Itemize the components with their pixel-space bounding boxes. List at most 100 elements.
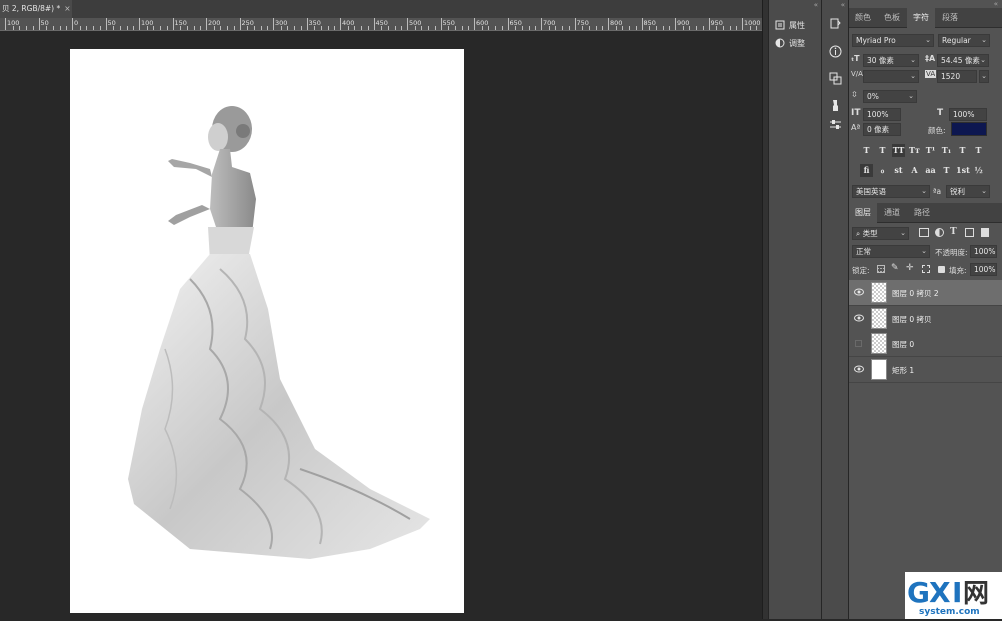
visibility-toggle-empty[interactable] [855, 340, 862, 347]
font-style-button-2[interactable]: TT [892, 144, 905, 157]
fill-field[interactable]: 100% [970, 263, 997, 276]
font-style-select[interactable]: Regular ⌄ [938, 34, 990, 47]
vertical-scale-field[interactable]: 100% [863, 108, 901, 121]
opentype-button-7[interactable]: ½ [972, 164, 985, 177]
tool-presets-icon[interactable] [829, 118, 842, 131]
layer-row[interactable]: 图层 0 拷贝 [849, 305, 1002, 332]
tab-paths[interactable]: 路径 [907, 203, 937, 223]
document-canvas[interactable] [70, 49, 464, 613]
adjustments-panel-button[interactable]: 调整 [775, 35, 819, 51]
ruler-label: 50 [40, 19, 49, 27]
language-select[interactable]: 美国英语 ⌄ [852, 185, 930, 198]
chevron-down-icon: ⌄ [921, 187, 927, 195]
language-value: 美国英语 [856, 187, 886, 196]
adjustment-filter-icon[interactable] [935, 228, 944, 237]
text-color-swatch[interactable] [951, 122, 987, 136]
smart-object-filter-icon[interactable] [981, 228, 989, 237]
opentype-button-3[interactable]: A [908, 164, 921, 177]
ruler-minor-tick [52, 26, 54, 30]
ruler-minor-tick [200, 26, 202, 30]
font-style-button-5[interactable]: T₁ [940, 144, 953, 157]
layer-row[interactable]: 矩形 1 [849, 356, 1002, 383]
lock-image-pixels-icon[interactable]: ✎ [891, 263, 899, 273]
tab-paragraph[interactable]: 段落 [935, 8, 965, 28]
tab-layers[interactable]: 图层 [849, 203, 877, 223]
opentype-button-6[interactable]: 1st [956, 164, 970, 177]
layers-panel-tabs: 图层 通道 路径 [849, 203, 1002, 223]
baseline-shift-field[interactable]: 0 像素 [863, 123, 901, 136]
opentype-button-2[interactable]: st [892, 164, 905, 177]
collapse-icon-column-icon[interactable]: « [841, 1, 845, 9]
leading-field[interactable]: 54.45 像素 ⌄ [937, 54, 989, 67]
ruler-minor-tick [99, 26, 101, 30]
font-size-field[interactable]: 30 像素 ⌄ [863, 54, 919, 67]
properties-panel-button[interactable]: 属性 [775, 17, 819, 33]
kerning-icon: V/A [851, 70, 863, 78]
pixel-filter-icon[interactable] [919, 228, 929, 237]
collapse-dock-icon[interactable]: « [814, 1, 818, 9]
antialias-select[interactable]: 锐利 ⌄ [946, 185, 990, 198]
ruler-minor-tick [421, 26, 423, 30]
type-filter-icon[interactable]: T [950, 227, 957, 237]
ruler-minor-tick [749, 26, 751, 30]
lock-position-icon[interactable]: ✛ [906, 263, 914, 273]
font-style-button-3[interactable]: Tт [908, 144, 921, 157]
ruler-minor-tick [381, 26, 383, 30]
horizontal-ruler[interactable]: 100 50 0 50 100 150 200 250 300 350 400 450 500 550 60… [0, 18, 762, 31]
eye-icon[interactable] [854, 314, 864, 322]
tab-color[interactable]: 颜色 [849, 8, 877, 28]
ruler-tick [340, 18, 341, 30]
svg-text:system.com: system.com [919, 607, 980, 617]
chevron-down-icon: ⌄ [981, 36, 987, 44]
lock-transparent-pixels-icon[interactable] [877, 265, 885, 273]
antialias-value: 锐利 [950, 187, 965, 196]
chevron-down-icon: ⌄ [925, 36, 931, 44]
ruler-minor-tick [434, 26, 436, 30]
ruler-minor-tick [481, 26, 483, 30]
font-style-button-7[interactable]: T [972, 144, 985, 157]
eye-icon[interactable] [854, 365, 864, 373]
opentype-button-1[interactable]: ℴ [876, 164, 889, 177]
ruler-minor-tick [347, 26, 349, 30]
font-style-button-0[interactable]: T [860, 144, 873, 157]
tab-swatches[interactable]: 色板 [877, 8, 907, 28]
ruler-minor-tick [247, 26, 249, 30]
tab-channels[interactable]: 通道 [877, 203, 907, 223]
ruler-minor-tick [696, 26, 698, 30]
close-tab-icon[interactable]: × [64, 4, 70, 13]
ruler-minor-tick [86, 26, 88, 30]
brush-icon[interactable] [829, 99, 842, 112]
layer-filter-kind-select[interactable]: ⌕ 类型 ⌄ [852, 227, 909, 240]
navigator-icon[interactable] [829, 72, 842, 85]
layer-row[interactable]: 图层 0 拷贝 2 [849, 280, 1002, 306]
shape-filter-icon[interactable] [965, 228, 974, 237]
lock-all-icon[interactable] [938, 266, 945, 273]
font-style-button-6[interactable]: T [956, 144, 969, 157]
history-icon[interactable] [829, 17, 842, 30]
antialias-icon: ªa [933, 187, 942, 196]
layer-row[interactable]: 图层 0 [849, 331, 1002, 357]
opentype-button-0[interactable]: fi [860, 164, 873, 177]
character-scale-field[interactable]: 0% ⌄ [863, 90, 917, 103]
opacity-field[interactable]: 100% [970, 245, 997, 258]
font-family-select[interactable]: Myriad Pro ⌄ [852, 34, 934, 47]
ruler-minor-tick [166, 26, 168, 30]
font-style-button-1[interactable]: T [876, 144, 889, 157]
tab-character[interactable]: 字符 [907, 8, 935, 28]
kerning-field[interactable]: ⌄ [863, 70, 919, 83]
info-icon[interactable] [829, 45, 842, 58]
eye-icon[interactable] [854, 288, 864, 296]
ruler-minor-tick [448, 26, 450, 30]
layer-filter-kind-value: 类型 [862, 229, 878, 238]
blend-mode-select[interactable]: 正常 ⌄ [852, 245, 930, 258]
ruler-minor-tick [334, 26, 336, 30]
opentype-button-4[interactable]: aa [924, 164, 937, 177]
font-style-button-4[interactable]: T¹ [924, 144, 937, 157]
opentype-button-5[interactable]: T [940, 164, 953, 177]
lock-artboard-icon[interactable] [922, 265, 930, 273]
horizontal-scale-field[interactable]: 100% [949, 108, 987, 121]
document-tab[interactable]: 贝 2, RGB/8#) * × [0, 0, 72, 18]
collapse-right-panel-icon[interactable]: « [994, 0, 998, 8]
tracking-dropdown[interactable]: ⌄ [979, 70, 989, 83]
tracking-field[interactable]: 1520 [937, 70, 977, 83]
